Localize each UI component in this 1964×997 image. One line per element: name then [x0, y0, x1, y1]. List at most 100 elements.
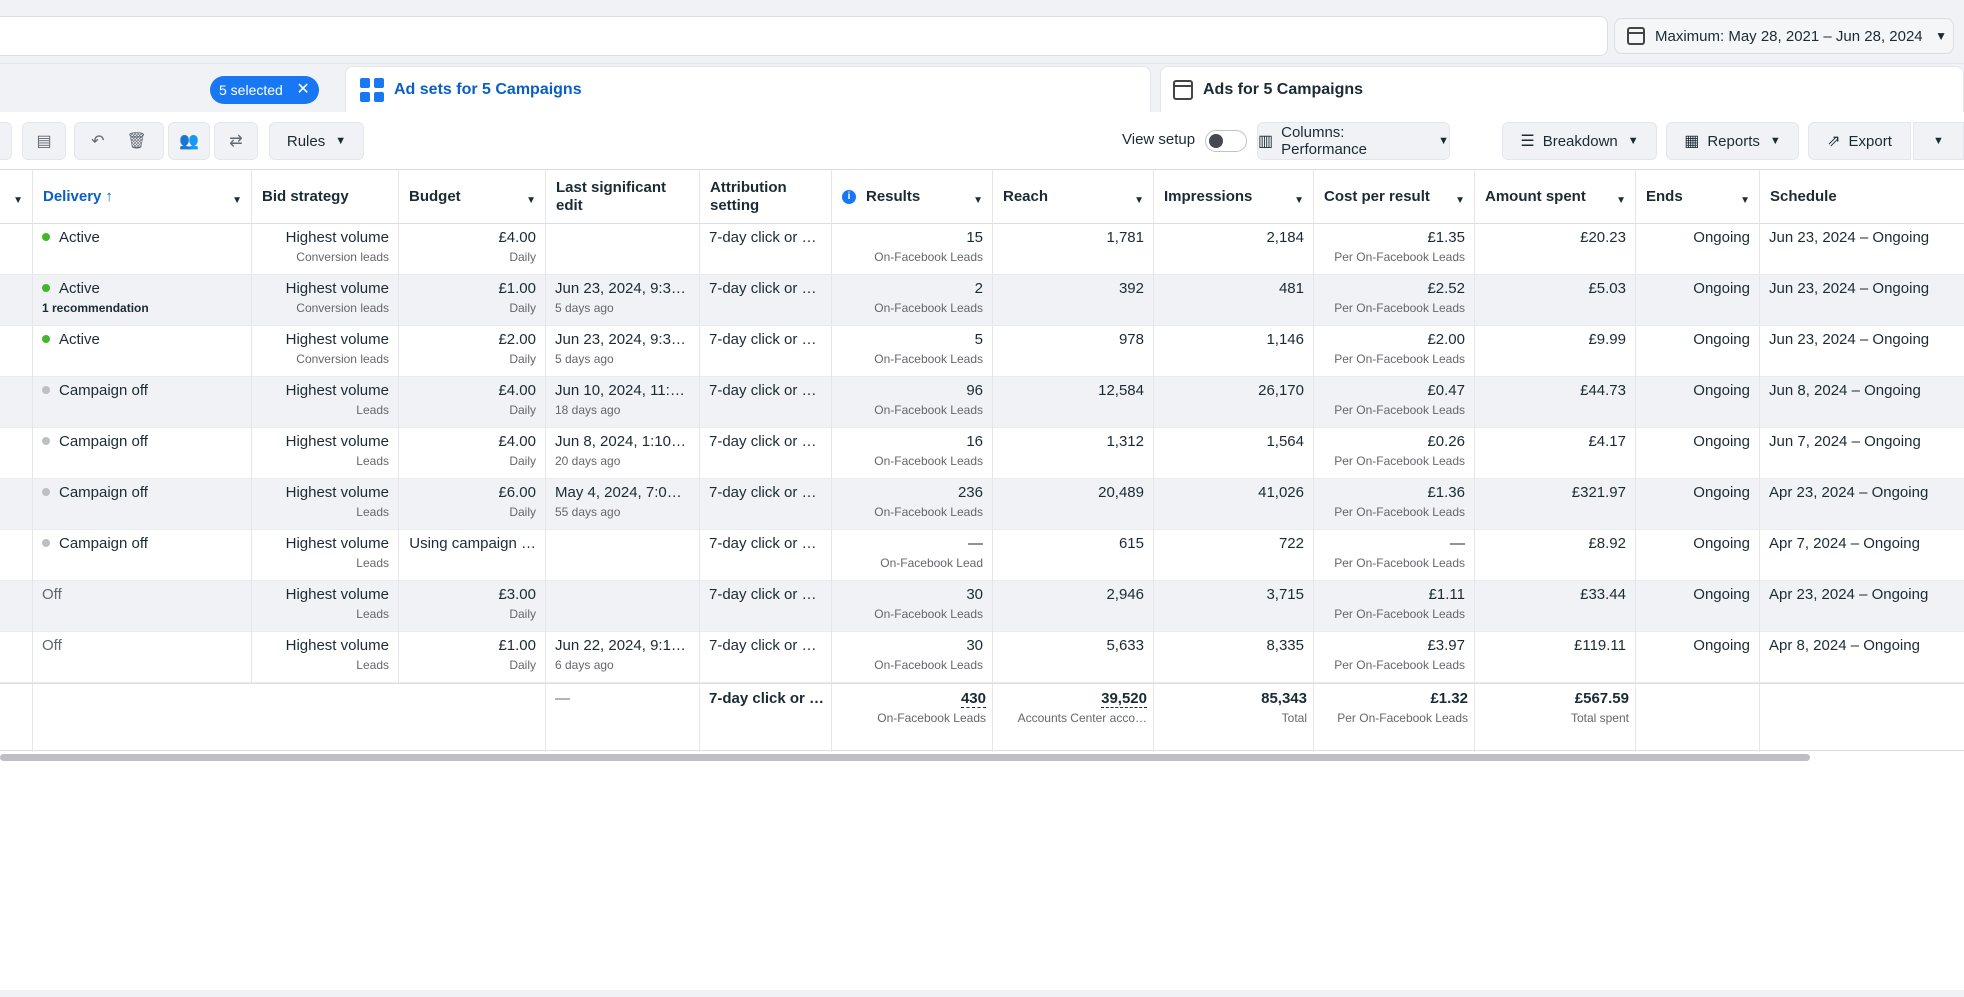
cell-name: [0, 428, 33, 479]
chevron-down-icon: ▼: [1935, 29, 1947, 43]
cell-budget-text: £4.00: [498, 229, 536, 246]
table-row[interactable]: Off Highest volume Leads £1.00 Daily Jun 22, …: [0, 632, 1964, 683]
export-button[interactable]: ⇗ Export: [1808, 122, 1911, 160]
cell-delivery-sub[interactable]: 1 recommendation: [42, 301, 242, 315]
view-setup-toggle[interactable]: [1205, 130, 1247, 152]
totals-results-sub: On-Facebook Leads: [877, 711, 986, 725]
sort-caret-icon[interactable]: ▼: [1740, 192, 1750, 210]
compare-icon: ⇄: [229, 133, 243, 150]
cell-impressions-text: 26,170: [1258, 382, 1304, 399]
column-header-bid-strategy[interactable]: Bid strategy: [252, 170, 399, 224]
table-row[interactable]: Campaign off Highest volume Leads £6.00 Dail…: [0, 479, 1964, 530]
rules-button[interactable]: Rules ▼: [269, 122, 364, 160]
table-row[interactable]: Active Highest volume Conversion leads £4.0…: [0, 224, 1964, 275]
table-body: Active Highest volume Conversion leads £4.0…: [0, 224, 1964, 683]
cell-attribution: 7-day click or 1…: [700, 377, 832, 428]
totals-last-edit: —: [546, 684, 700, 752]
table-row[interactable]: Campaign off Highest volume Leads £4.00 Dail…: [0, 428, 1964, 479]
reports-button[interactable]: ▦ Reports ▼: [1666, 122, 1799, 160]
column-header-impressions[interactable]: Impressions ▼: [1154, 170, 1314, 224]
cell-delivery-value[interactable]: Off: [42, 586, 242, 603]
cell-bid: Highest volume Leads: [252, 479, 399, 530]
compare-button[interactable]: ⇄: [214, 122, 258, 160]
cell-delivery-value[interactable]: Campaign off: [42, 382, 242, 399]
tab-campaigns[interactable]: 5 selected ✕: [0, 64, 334, 112]
totals-reach-value[interactable]: 39,520: [1101, 690, 1147, 708]
table-row[interactable]: Campaign off Highest volume Leads Using cam…: [0, 530, 1964, 581]
sort-caret-icon[interactable]: ▼: [1294, 192, 1304, 210]
duplicate-button[interactable]: ▤: [22, 122, 66, 160]
audience-button[interactable]: 👥: [168, 122, 210, 160]
selection-chip[interactable]: 5 selected ✕: [210, 76, 319, 104]
cell-edit-text: May 4, 2024, 7:06 …: [555, 484, 690, 501]
cell-schedule-value: Jun 23, 2024 – Ongoing: [1769, 331, 1955, 348]
table-row[interactable]: Active Highest volume Conversion leads £2.0…: [0, 326, 1964, 377]
export-menu-button[interactable]: ▼: [1913, 122, 1964, 160]
toolbar-edge-button[interactable]: [0, 122, 12, 160]
column-header-cost-per-result[interactable]: Cost per result ▼: [1314, 170, 1475, 224]
cell-results-sub: On-Facebook Leads: [874, 607, 983, 621]
info-icon[interactable]: i: [842, 190, 856, 204]
cell-delivery-value[interactable]: Campaign off: [42, 433, 242, 450]
column-header-attribution[interactable]: Attribution setting: [700, 170, 832, 224]
column-header-last-edit[interactable]: Last significant edit: [546, 170, 700, 224]
cell-spent-text: £20.23: [1580, 229, 1626, 246]
column-header-results[interactable]: i Results ▼: [832, 170, 993, 224]
column-header-budget[interactable]: Budget ▼: [399, 170, 546, 224]
cell-delivery-value[interactable]: Campaign off: [42, 535, 242, 552]
date-range-label: Maximum: May 28, 2021 – Jun 28, 2024: [1655, 27, 1923, 45]
cell-delivery-value[interactable]: Campaign off: [42, 484, 242, 501]
undo-icon[interactable]: ↶: [91, 131, 104, 151]
tab-ads[interactable]: Ads for 5 Campaigns: [1160, 66, 1964, 112]
table-row[interactable]: Campaign off Highest volume Leads £4.00 Dail…: [0, 377, 1964, 428]
column-header-schedule[interactable]: Schedule: [1760, 170, 1964, 224]
cell-ends: Ongoing: [1636, 428, 1760, 479]
cell-delivery-value[interactable]: Active: [42, 331, 242, 348]
cell-edit: [546, 224, 700, 275]
cell-edit-text: Jun 23, 2024, 9:3…: [555, 280, 686, 297]
tab-ad-sets[interactable]: Ad sets for 5 Campaigns: [345, 66, 1151, 112]
date-range-picker[interactable]: Maximum: May 28, 2021 – Jun 28, 2024 ▼: [1614, 18, 1954, 54]
cell-reach-value: 392: [1002, 280, 1144, 297]
column-header-delivery[interactable]: Delivery ↑ ▼: [33, 170, 252, 224]
delete-icon[interactable]: 🗑: [127, 131, 147, 151]
sort-caret-icon[interactable]: ▼: [232, 192, 242, 210]
column-header-amount-spent[interactable]: Amount spent ▼: [1475, 170, 1636, 224]
cell-results-value: 15: [841, 229, 983, 246]
sort-caret-icon[interactable]: ▼: [1455, 192, 1465, 210]
level-tabs: 5 selected ✕ Ad sets for 5 Campaigns Ads…: [0, 64, 1964, 112]
cell-delivery-value[interactable]: Active: [42, 280, 242, 297]
cell-delivery-value[interactable]: Active: [42, 229, 242, 246]
cell-schedule-text: Jun 8, 2024 – Ongoing: [1769, 382, 1921, 399]
breakdown-button[interactable]: ☰ Breakdown ▼: [1502, 122, 1657, 160]
column-schedule-label: Schedule: [1770, 188, 1837, 205]
totals-cell-spacer: [33, 684, 546, 752]
cell-reach-text: 978: [1118, 331, 1144, 348]
breakdown-label: Breakdown: [1542, 132, 1618, 150]
cell-attribution: 7-day click or 1…: [700, 632, 832, 683]
cell-impressions-text: 2,184: [1266, 229, 1304, 246]
search-filter-bar[interactable]: [0, 16, 1608, 56]
cell-schedule: Apr 7, 2024 – Ongoing: [1760, 530, 1964, 581]
sort-caret-icon[interactable]: ▼: [13, 192, 23, 210]
table-row[interactable]: Off Highest volume Leads £3.00 Daily 7-day cl…: [0, 581, 1964, 632]
totals-results-value[interactable]: 430: [960, 690, 986, 708]
column-header-ends[interactable]: Ends ▼: [1636, 170, 1760, 224]
table-row[interactable]: Active 1 recommendation Highest volume Conv…: [0, 275, 1964, 326]
columns-button[interactable]: ▥ Columns: Performance ▼: [1257, 122, 1450, 160]
cell-results-text: 2: [974, 280, 983, 297]
close-icon[interactable]: ✕: [296, 76, 309, 104]
cell-budget-sub: Daily: [509, 301, 536, 315]
cell-spent-value: £9.99: [1484, 331, 1626, 348]
chevron-down-icon: ▼: [1438, 135, 1449, 147]
column-header-reach[interactable]: Reach ▼: [993, 170, 1154, 224]
cell-delivery-value[interactable]: Off: [42, 637, 242, 654]
sort-caret-icon[interactable]: ▼: [1134, 192, 1144, 210]
horizontal-scrollbar[interactable]: [0, 754, 1810, 761]
sort-caret-icon[interactable]: ▼: [973, 192, 983, 210]
totals-cell-name: [0, 684, 33, 752]
cell-cpr: £1.11 Per On-Facebook Leads: [1314, 581, 1475, 632]
sort-caret-icon[interactable]: ▼: [526, 192, 536, 210]
sort-caret-icon[interactable]: ▼: [1616, 192, 1626, 210]
column-header-name[interactable]: ▼: [0, 170, 33, 224]
